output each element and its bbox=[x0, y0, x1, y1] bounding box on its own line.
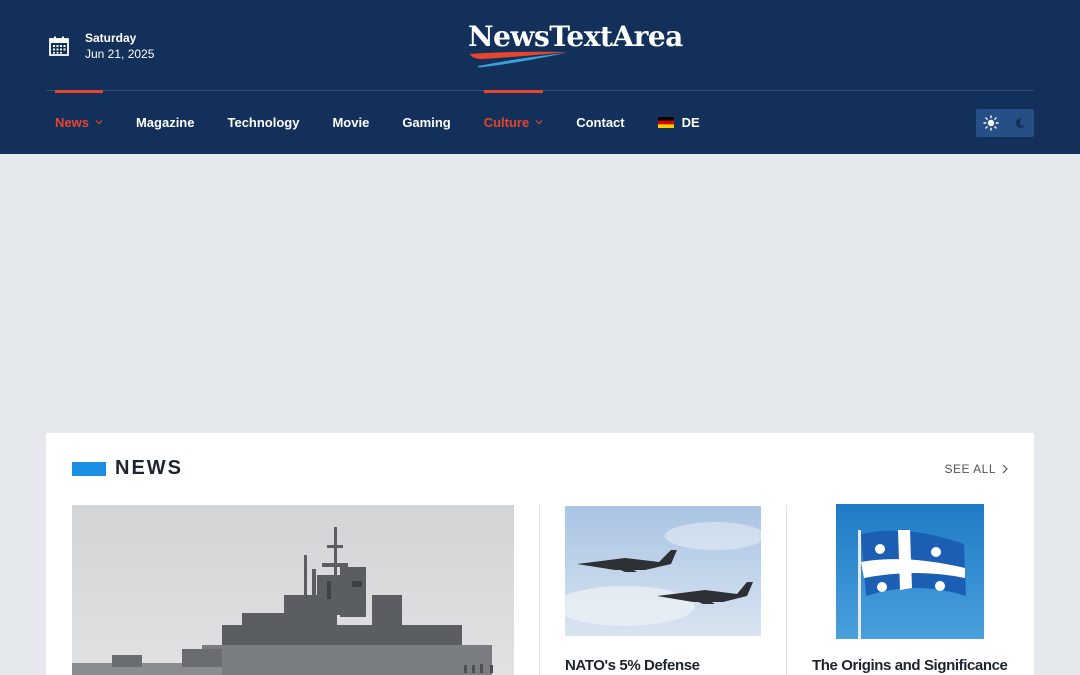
germany-flag-icon bbox=[657, 116, 674, 128]
nav-item-movie[interactable]: Movie bbox=[332, 90, 369, 154]
article-image[interactable] bbox=[565, 506, 761, 636]
language-label: DE bbox=[681, 114, 700, 130]
column-divider bbox=[786, 505, 787, 675]
nav-item-news[interactable]: News bbox=[55, 90, 103, 154]
warship-image bbox=[72, 505, 514, 675]
article-image[interactable] bbox=[836, 504, 984, 639]
logo-swoosh-icon bbox=[470, 51, 568, 68]
theme-toggle[interactable] bbox=[976, 109, 1034, 137]
nav-label: Culture bbox=[483, 114, 530, 130]
dark-mode-button[interactable] bbox=[1010, 113, 1030, 133]
nav-item-magazine[interactable]: Magazine bbox=[136, 90, 195, 154]
nav-item-technology[interactable]: Technology bbox=[227, 90, 299, 154]
current-date: Jun 21, 2025 bbox=[85, 47, 155, 61]
day-of-week: Saturday bbox=[85, 31, 137, 45]
moon-icon bbox=[1015, 118, 1024, 128]
nav-label: News bbox=[55, 114, 89, 130]
see-all-link[interactable]: SEE ALL bbox=[944, 462, 1008, 476]
sun-icon bbox=[982, 115, 999, 131]
column-divider bbox=[539, 505, 540, 675]
nav-label: Movie bbox=[332, 114, 370, 130]
site-logo[interactable]: NewsTextArea bbox=[468, 20, 683, 72]
nav-label: Contact bbox=[576, 114, 625, 130]
fighter-jets-image bbox=[565, 506, 761, 636]
date-display: Saturday Jun 21, 2025 bbox=[48, 30, 154, 62]
section-title: NEWS bbox=[115, 457, 183, 479]
nav-label: Technology bbox=[227, 114, 300, 130]
nav-item-gaming[interactable]: Gaming bbox=[402, 90, 450, 154]
chevron-down-icon bbox=[95, 120, 103, 125]
nav-item-contact[interactable]: Contact bbox=[576, 90, 624, 154]
chevron-right-icon bbox=[1002, 464, 1008, 474]
language-switcher[interactable]: DE bbox=[657, 90, 700, 154]
logo-text: NewsTextArea bbox=[468, 20, 683, 53]
site-header: Saturday Jun 21, 2025 NewsTextArea News … bbox=[0, 0, 1080, 154]
article-title[interactable]: NATO's 5% Defense bbox=[565, 657, 700, 674]
nav-label: Gaming bbox=[402, 114, 451, 130]
light-mode-button[interactable] bbox=[981, 113, 1001, 133]
nav-label: Magazine bbox=[135, 114, 195, 130]
see-all-label: SEE ALL bbox=[944, 462, 996, 476]
quebec-flag-image bbox=[836, 504, 984, 639]
article-title[interactable]: The Origins and Significance bbox=[812, 657, 1008, 674]
section-accent-bar bbox=[72, 461, 106, 476]
main-navigation: News Magazine Technology Movie Gaming Cu… bbox=[55, 90, 733, 154]
news-section: NEWS SEE ALL NATO's 5% Defense The Origi… bbox=[46, 433, 1034, 675]
section-heading: NEWS bbox=[72, 457, 183, 480]
featured-article-image[interactable] bbox=[72, 505, 514, 675]
nav-item-culture[interactable]: Culture bbox=[483, 90, 544, 154]
calendar-icon bbox=[49, 36, 69, 56]
chevron-down-icon bbox=[535, 120, 543, 125]
